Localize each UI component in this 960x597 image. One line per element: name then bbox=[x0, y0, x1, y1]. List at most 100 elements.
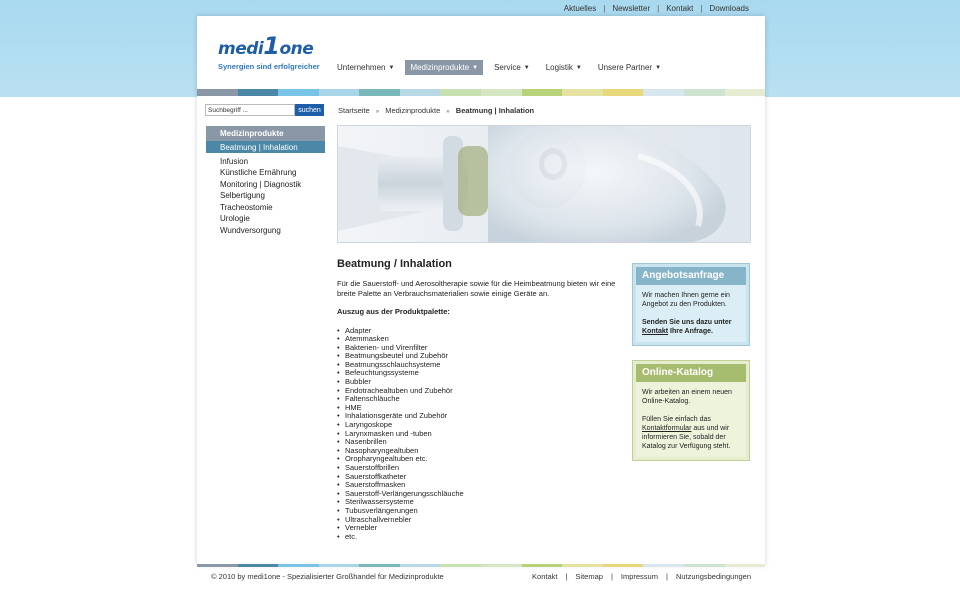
online-catalog-body: Wir arbeiten an einem neuen Online-Katal… bbox=[636, 382, 746, 457]
color-bar-segment bbox=[278, 89, 319, 96]
sidebar-item-tracheostomie[interactable]: Tracheostomie bbox=[206, 201, 325, 213]
color-bar-segment bbox=[481, 564, 522, 567]
breadcrumb-current: Beatmung | Inhalation bbox=[455, 106, 535, 115]
product-list-heading: Auszug aus der Produktpalette: bbox=[337, 307, 450, 316]
product-list-item: etc. bbox=[337, 532, 617, 542]
color-bar-segment bbox=[724, 564, 766, 567]
color-bar-segment bbox=[237, 89, 279, 96]
color-bar-segment bbox=[440, 89, 482, 96]
chevron-down-icon: ▼ bbox=[472, 64, 479, 71]
breadcrumb-item-startseite[interactable]: Startseite bbox=[338, 106, 370, 115]
main-navigation: Unternehmen ▼ Medizinprodukte ▼ Service ▼ L… bbox=[332, 60, 672, 75]
logo-wordmark: medi1one bbox=[218, 32, 314, 60]
mainnav-item-unternehmen[interactable]: Unternehmen ▼ bbox=[332, 60, 399, 75]
color-bar-segment bbox=[481, 89, 522, 96]
product-list-item: Vernebler bbox=[337, 524, 617, 533]
sidebar-item-monitoring-diagnostik[interactable]: Monitoring | Diagnostik bbox=[206, 178, 325, 190]
color-bar-segment bbox=[602, 564, 644, 567]
online-catalog-text: Wir arbeiten an einem neuen Online-Katal… bbox=[642, 389, 732, 405]
sidebar-item-kuenstliche-ernaehrung[interactable]: Künstliche Ernährung bbox=[206, 166, 325, 178]
mainnav-item-service[interactable]: Service ▼ bbox=[489, 60, 535, 75]
color-bar-segment bbox=[197, 564, 238, 567]
topnav-separator: | bbox=[657, 4, 660, 13]
offer-request-text: Wir machen Ihnen gerne ein Angebot zu de… bbox=[642, 292, 730, 308]
logo-slogan: Synergien sind erfolgreicher bbox=[218, 62, 320, 71]
color-bar-segment bbox=[683, 89, 725, 96]
color-bar-segment bbox=[278, 564, 319, 567]
sidebar-item-urologie[interactable]: Urologie bbox=[206, 212, 325, 224]
topnav-separator: | bbox=[603, 4, 606, 13]
product-list-item: Ultraschallvernebler bbox=[337, 515, 617, 525]
footer-links: Kontakt | Sitemap | Impressum | Nutzungs… bbox=[532, 572, 751, 581]
sidebar-heading[interactable]: Medizinprodukte bbox=[206, 126, 325, 141]
sidebar-item-selbertigung[interactable]: Selbertigung bbox=[206, 189, 325, 201]
color-bar-segment bbox=[318, 89, 360, 96]
sidebar-navigation: Medizinprodukte Beatmung | Inhalation In… bbox=[206, 126, 325, 235]
breadcrumb-item-medizinprodukte[interactable]: Medizinprodukte bbox=[385, 106, 440, 115]
topnav-link-downloads[interactable]: Downloads bbox=[709, 4, 749, 13]
online-catalog-box: Online-Katalog Wir arbeiten an einem neu… bbox=[632, 360, 750, 461]
decorative-color-bar bbox=[197, 89, 766, 96]
topnav-link-aktuelles[interactable]: Aktuelles bbox=[564, 4, 596, 13]
online-catalog-contact-form-link[interactable]: Kontaktformular bbox=[642, 425, 691, 432]
topnav-link-newsletter[interactable]: Newsletter bbox=[612, 4, 650, 13]
offer-request-contact-link[interactable]: Kontakt bbox=[642, 328, 668, 335]
offer-request-body: Wir machen Ihnen gerne ein Angebot zu de… bbox=[636, 285, 746, 342]
search-form: suchen bbox=[205, 104, 324, 116]
mainnav-item-logistik[interactable]: Logistik ▼ bbox=[541, 60, 587, 75]
main-content: Beatmung / Inhalation Für die Sauerstoff… bbox=[337, 258, 617, 541]
offer-request-title: Angebotsanfrage bbox=[636, 267, 746, 285]
product-list-item: Faltenschläuche bbox=[337, 395, 617, 404]
mainnav-item-medizinprodukte[interactable]: Medizinprodukte ▼ bbox=[405, 60, 484, 75]
breadcrumb-separator: » bbox=[375, 109, 380, 115]
color-bar-segment bbox=[602, 89, 644, 96]
color-bar-segment bbox=[359, 89, 400, 96]
product-list-item: Befeuchtungssysteme bbox=[337, 369, 617, 378]
search-button[interactable]: suchen bbox=[295, 104, 324, 116]
color-bar-segment bbox=[399, 89, 441, 96]
page-container: medi1one Synergien sind erfolgreicher Un… bbox=[197, 16, 766, 565]
sidebar-item-beatmung-inhalation[interactable]: Beatmung | Inhalation bbox=[206, 141, 325, 153]
color-bar-segment bbox=[440, 564, 482, 567]
color-bar-segment bbox=[521, 564, 563, 567]
offer-request-cta: Senden Sie uns dazu unter Kontakt Ihre A… bbox=[642, 319, 732, 335]
topnav-link-kontakt[interactable]: Kontakt bbox=[666, 4, 693, 13]
color-bar-segment bbox=[643, 89, 684, 96]
hero-image-breathing-mask bbox=[337, 125, 751, 243]
color-bar-segment bbox=[359, 564, 400, 567]
topnav-separator: | bbox=[700, 4, 703, 13]
mainnav-item-unsere-partner[interactable]: Unsere Partner ▼ bbox=[593, 60, 666, 75]
sidebar-item-infusion[interactable]: Infusion bbox=[206, 155, 325, 167]
color-bar-segment bbox=[399, 564, 441, 567]
chevron-down-icon: ▼ bbox=[388, 64, 395, 71]
color-bar-segment bbox=[724, 89, 766, 96]
logo[interactable]: medi1one Synergien sind erfolgreicher bbox=[218, 32, 320, 71]
footer-separator: | bbox=[565, 572, 568, 581]
footer-separator: | bbox=[665, 572, 668, 581]
breadcrumb: Startseite » Medizinprodukte » Beatmung … bbox=[338, 106, 534, 115]
sidebar-item-wundversorgung[interactable]: Wundversorgung bbox=[206, 224, 325, 236]
color-bar-segment bbox=[318, 564, 360, 567]
breathing-mask-illustration bbox=[338, 126, 726, 242]
page-title: Beatmung / Inhalation bbox=[337, 258, 452, 270]
color-bar-segment bbox=[197, 89, 238, 96]
footer-link-sitemap[interactable]: Sitemap bbox=[575, 572, 603, 581]
breadcrumb-separator: » bbox=[446, 109, 450, 115]
chevron-down-icon: ▼ bbox=[575, 64, 582, 71]
footer-link-nutzungsbedingungen[interactable]: Nutzungsbedingungen bbox=[676, 572, 751, 581]
color-bar-segment bbox=[521, 89, 563, 96]
online-catalog-title: Online-Katalog bbox=[636, 364, 746, 382]
search-input[interactable] bbox=[205, 104, 295, 116]
top-utility-nav: Aktuelles | Newsletter | Kontakt | Downl… bbox=[564, 4, 749, 13]
product-list: AdapterAtemmaskenBakterien- und Virenfil… bbox=[337, 326, 617, 542]
chevron-down-icon: ▼ bbox=[523, 64, 530, 71]
color-bar-segment bbox=[683, 564, 725, 567]
footer-copyright: © 2010 by medi1one - Spezialisierter Gro… bbox=[211, 572, 444, 581]
footer-link-impressum[interactable]: Impressum bbox=[621, 572, 658, 581]
online-catalog-cta: Füllen Sie einfach das Kontaktformular a… bbox=[642, 416, 731, 450]
color-bar-segment bbox=[562, 564, 603, 567]
footer-link-kontakt[interactable]: Kontakt bbox=[532, 572, 557, 581]
color-bar-segment bbox=[562, 89, 603, 96]
footer-separator: | bbox=[610, 572, 613, 581]
color-bar-segment bbox=[643, 564, 684, 567]
